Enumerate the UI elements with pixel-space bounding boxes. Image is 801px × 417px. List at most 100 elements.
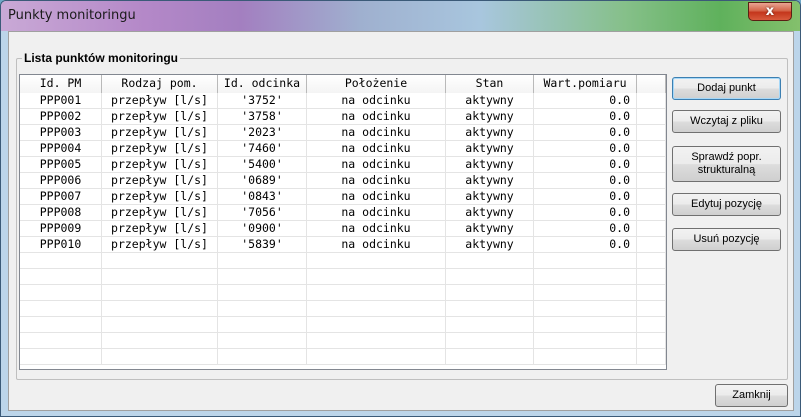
delete-item-button[interactable]: Usuń pozycję (672, 228, 781, 251)
column-header-segment-id[interactable]: Id. odcinka (218, 75, 307, 93)
cell-measurement-value: 0.0 (534, 93, 637, 109)
empty-cell (218, 253, 307, 269)
empty-cell (20, 269, 102, 285)
empty-cell (446, 317, 534, 333)
column-header-location[interactable]: Położenie (307, 75, 446, 93)
empty-table-row (20, 269, 666, 285)
empty-table-row (20, 349, 666, 365)
column-header-measurement-type[interactable]: Rodzaj pom. (102, 75, 218, 93)
empty-cell (102, 269, 218, 285)
cell-id-pm: PPP006 (20, 173, 102, 189)
table-row[interactable]: PPP002 przepływ [l/s] '3758' na odcinku akty… (20, 109, 666, 125)
close-button[interactable]: Zamknij (715, 384, 788, 407)
cell-id-pm: PPP009 (20, 221, 102, 237)
table-row[interactable]: PPP003 przepływ [l/s] '2023' na odcinku akty… (20, 125, 666, 141)
cell-measurement-value: 0.0 (534, 221, 637, 237)
empty-cell (637, 269, 666, 285)
cell-segment-id: '2023' (218, 125, 307, 141)
cell-status: aktywny (446, 157, 534, 173)
empty-cell (20, 253, 102, 269)
cell-location: na odcinku (307, 189, 446, 205)
column-header-measurement-value[interactable]: Wart.pomiaru (534, 75, 637, 93)
column-header-id-pm[interactable]: Id. PM (20, 75, 102, 93)
empty-cell (20, 285, 102, 301)
empty-cell (20, 349, 102, 365)
empty-cell (637, 333, 666, 349)
cell-location: na odcinku (307, 109, 446, 125)
cell-measurement-value: 0.0 (534, 141, 637, 157)
cell-filler (637, 109, 666, 125)
cell-status: aktywny (446, 205, 534, 221)
cell-segment-id: '7460' (218, 141, 307, 157)
cell-location: na odcinku (307, 93, 446, 109)
empty-cell (307, 285, 446, 301)
empty-cell (102, 349, 218, 365)
cell-location: na odcinku (307, 141, 446, 157)
group-label: Lista punktów monitoringu (22, 51, 180, 65)
column-header-status[interactable]: Stan (446, 75, 534, 93)
cell-segment-id: '7056' (218, 205, 307, 221)
cell-segment-id: '0843' (218, 189, 307, 205)
cell-id-pm: PPP007 (20, 189, 102, 205)
empty-cell (446, 269, 534, 285)
window-close-button[interactable]: x (748, 2, 792, 21)
empty-cell (307, 317, 446, 333)
cell-segment-id: '5839' (218, 237, 307, 253)
empty-cell (20, 317, 102, 333)
load-from-file-button[interactable]: Wczytaj z pliku (672, 110, 781, 133)
cell-filler (637, 205, 666, 221)
empty-cell (307, 269, 446, 285)
edit-item-button[interactable]: Edytuj pozycję (672, 193, 781, 216)
empty-cell (102, 285, 218, 301)
cell-status: aktywny (446, 173, 534, 189)
cell-id-pm: PPP002 (20, 109, 102, 125)
table-row[interactable]: PPP008 przepływ [l/s] '7056' na odcinku akty… (20, 205, 666, 221)
empty-cell (534, 253, 637, 269)
table-row[interactable]: PPP005 przepływ [l/s] '5400' na odcinku akty… (20, 157, 666, 173)
table-row[interactable]: PPP007 przepływ [l/s] '0843' na odcinku akty… (20, 189, 666, 205)
cell-filler (637, 141, 666, 157)
empty-cell (446, 301, 534, 317)
cell-location: na odcinku (307, 125, 446, 141)
empty-cell (534, 349, 637, 365)
table-row[interactable]: PPP010 przepływ [l/s] '5839' na odcinku akty… (20, 237, 666, 253)
cell-segment-id: '3758' (218, 109, 307, 125)
empty-cell (637, 253, 666, 269)
add-point-button[interactable]: Dodaj punkt (672, 77, 781, 100)
table-row[interactable]: PPP001 przepływ [l/s] '3752' na odcinku akty… (20, 93, 666, 109)
cell-measurement-value: 0.0 (534, 125, 637, 141)
column-header-filler (637, 75, 666, 93)
cell-measurement-type: przepływ [l/s] (102, 189, 218, 205)
check-structural-button[interactable]: Sprawdź popr. strukturalną (672, 146, 781, 182)
table-row[interactable]: PPP006 przepływ [l/s] '0689' na odcinku akty… (20, 173, 666, 189)
cell-measurement-type: przepływ [l/s] (102, 173, 218, 189)
cell-location: na odcinku (307, 237, 446, 253)
cell-measurement-value: 0.0 (534, 173, 637, 189)
title-bar[interactable]: Punkty monitoringu x (1, 1, 800, 31)
cell-location: na odcinku (307, 221, 446, 237)
list-header: Id. PM Rodzaj pom. Id. odcinka Położenie… (20, 75, 666, 93)
empty-cell (637, 301, 666, 317)
empty-cell (102, 317, 218, 333)
empty-cell (307, 301, 446, 317)
empty-table-row (20, 301, 666, 317)
cell-measurement-type: przepływ [l/s] (102, 205, 218, 221)
empty-cell (218, 317, 307, 333)
cell-filler (637, 189, 666, 205)
monitoring-points-list[interactable]: Id. PM Rodzaj pom. Id. odcinka Położenie… (19, 74, 667, 370)
empty-cell (307, 333, 446, 349)
empty-table-row (20, 333, 666, 349)
table-row[interactable]: PPP004 przepływ [l/s] '7460' na odcinku akty… (20, 141, 666, 157)
empty-cell (534, 301, 637, 317)
cell-location: na odcinku (307, 205, 446, 221)
cell-measurement-value: 0.0 (534, 237, 637, 253)
dialog-window: Punkty monitoringu x Lista punktów monit… (0, 0, 801, 417)
empty-cell (102, 333, 218, 349)
cell-segment-id: '3752' (218, 93, 307, 109)
cell-id-pm: PPP003 (20, 125, 102, 141)
table-row[interactable]: PPP009 przepływ [l/s] '0900' na odcinku akty… (20, 221, 666, 237)
empty-cell (218, 333, 307, 349)
cell-filler (637, 125, 666, 141)
cell-measurement-value: 0.0 (534, 109, 637, 125)
cell-status: aktywny (446, 109, 534, 125)
